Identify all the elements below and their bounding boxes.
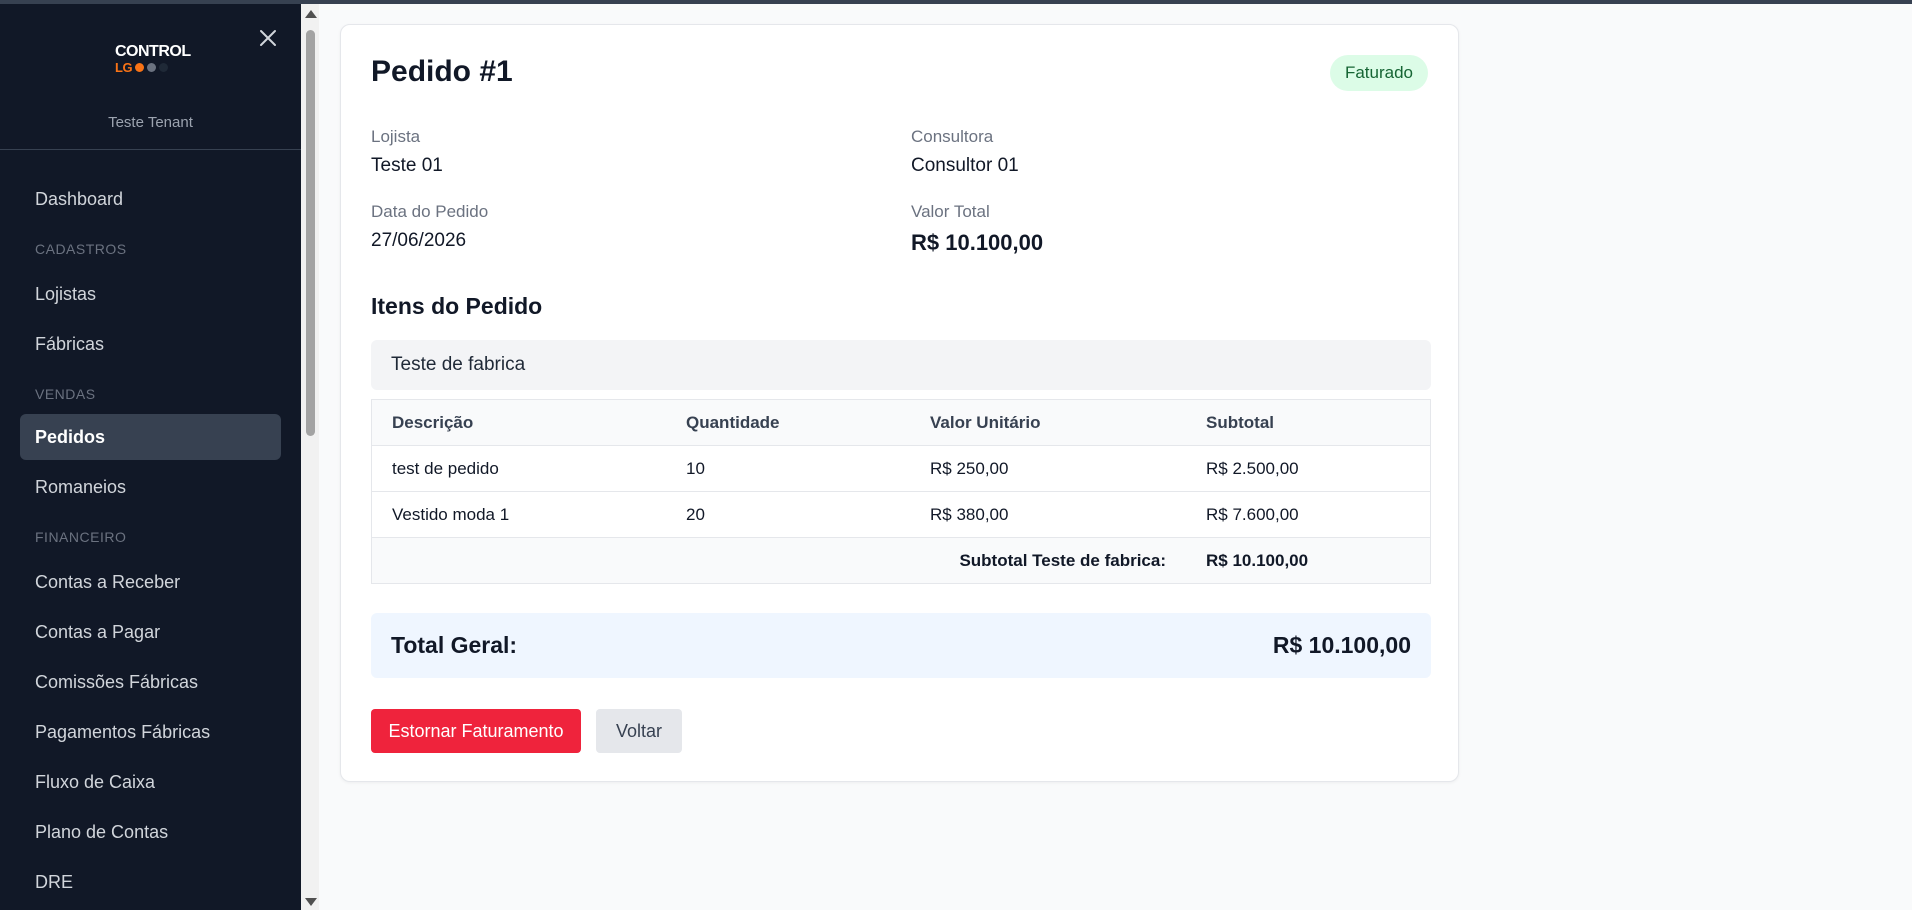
cell-valor-unitario: R$ 250,00 [910,445,1186,492]
logo-dot-gray [147,63,157,72]
sidebar-item-label: Fábricas [35,333,105,354]
col-header-descricao: Descrição [371,399,666,446]
tenant-name: Teste Tenant [108,114,193,131]
cell-quantidade: 20 [666,491,910,538]
sidebar-item-dashboard[interactable]: Dashboard [20,176,281,222]
sidebar-item-label: Comissões Fábricas [35,671,199,692]
valor-total-label: Valor Total [911,202,990,221]
scrollbar-thumb[interactable] [306,30,315,436]
grand-total-value: R$ 10.100,00 [1272,632,1411,658]
items-table: Descrição Quantidade Valor Unitário Subt… [371,399,1431,584]
cell-descricao: test de pedido [371,445,666,492]
sidebar-item-label: DRE [35,871,74,892]
grand-total-label: Total Geral: [391,632,518,658]
factory-subtotal-row: Subtotal Teste de fabrica: R$ 10.100,00 [371,537,1431,584]
logo-text-lg: LG [115,60,133,75]
table-row: Vestido moda 1 20 R$ 380,00 R$ 7.600,00 [371,491,1431,538]
cell-subtotal: R$ 2.500,00 [1186,445,1431,492]
sidebar-item-label: Lojistas [35,283,97,304]
sidebar-item-label: Contas a Receber [35,571,181,592]
cell-subtotal: R$ 7.600,00 [1186,491,1431,538]
cell-valor-unitario: R$ 380,00 [910,491,1186,538]
factory-name: Teste de fabrica [391,354,526,375]
sidebar-item-label: Contas a Pagar [35,621,161,642]
col-header-quantidade: Quantidade [666,399,910,446]
consultora-value: Consultor 01 [911,155,1019,176]
sidebar-item-comissoes-fabricas[interactable]: Comissões Fábricas [20,659,281,705]
sidebar: CONTROL LG Teste Tenant Dashboard CADAST… [0,4,301,910]
sidebar-item-label: Pedidos [35,426,106,447]
sidebar-item-contas-receber[interactable]: Contas a Receber [20,559,281,605]
sidebar-item-dre[interactable]: DRE [20,859,281,905]
sidebar-item-fabricas[interactable]: Fábricas [20,321,281,367]
voltar-button[interactable]: Voltar [596,709,682,753]
sidebar-scrollbar[interactable] [301,4,319,910]
lojista-label: Lojista [371,127,421,146]
items-section-title: Itens do Pedido [371,293,543,319]
sidebar-item-label: Pagamentos Fábricas [35,721,211,742]
valor-total-value: R$ 10.100,00 [911,230,1044,255]
factory-subtotal-value: R$ 10.100,00 [1186,537,1431,584]
consultora-label: Consultora [911,127,994,146]
section-label-financeiro: FINANCEIRO [35,529,127,545]
cell-descricao: Vestido moda 1 [371,491,666,538]
lojista-value: Teste 01 [371,155,443,176]
sidebar-item-pedidos[interactable]: Pedidos [20,414,281,460]
sidebar-item-contas-pagar[interactable]: Contas a Pagar [20,609,281,655]
data-pedido-label: Data do Pedido [371,202,489,221]
section-label-vendas: VENDAS [35,386,96,402]
sidebar-item-label: Fluxo de Caixa [35,771,156,792]
cell-quantidade: 10 [666,445,910,492]
grand-total-bar: Total Geral: R$ 10.100,00 [371,613,1431,678]
factory-group-header: Teste de fabrica [371,340,1431,390]
sidebar-item-label: Dashboard [35,188,124,209]
scroll-up-arrow-icon[interactable] [305,10,317,18]
logo-dot-dark [159,63,169,72]
table-row: test de pedido 10 R$ 250,00 R$ 2.500,00 [371,445,1431,492]
logo-text-control: CONTROL [115,43,191,60]
order-detail-card: Pedido #1 Faturado Lojista Teste 01 Cons… [340,24,1459,782]
scroll-down-arrow-icon[interactable] [305,898,317,906]
col-header-subtotal: Subtotal [1186,399,1431,446]
status-badge: Faturado [1329,55,1428,91]
sidebar-item-plano-contas[interactable]: Plano de Contas [20,809,281,855]
sidebar-item-lojistas[interactable]: Lojistas [20,271,281,317]
control-lg-logo: CONTROL LG [115,43,191,80]
close-sidebar-button[interactable] [256,26,280,50]
sidebar-item-label: Plano de Contas [35,821,169,842]
logo-dot-orange [135,63,145,72]
close-icon [260,30,276,46]
sidebar-item-label: Romaneios [35,476,127,497]
factory-subtotal-label: Subtotal Teste de fabrica: [371,537,1186,584]
estornar-faturamento-button[interactable]: Estornar Faturamento [371,709,581,753]
section-label-cadastros: CADASTROS [35,241,127,257]
sidebar-item-fluxo-caixa[interactable]: Fluxo de Caixa [20,759,281,805]
table-header-row: Descrição Quantidade Valor Unitário Subt… [371,399,1431,446]
page-title: Pedido #1 [371,55,513,88]
col-header-valor-unitario: Valor Unitário [910,399,1186,446]
data-pedido-value: 27/06/2026 [371,230,467,251]
sidebar-item-romaneios[interactable]: Romaneios [20,464,281,510]
sidebar-divider [0,149,301,150]
sidebar-item-pagamentos-fabricas[interactable]: Pagamentos Fábricas [20,709,281,755]
